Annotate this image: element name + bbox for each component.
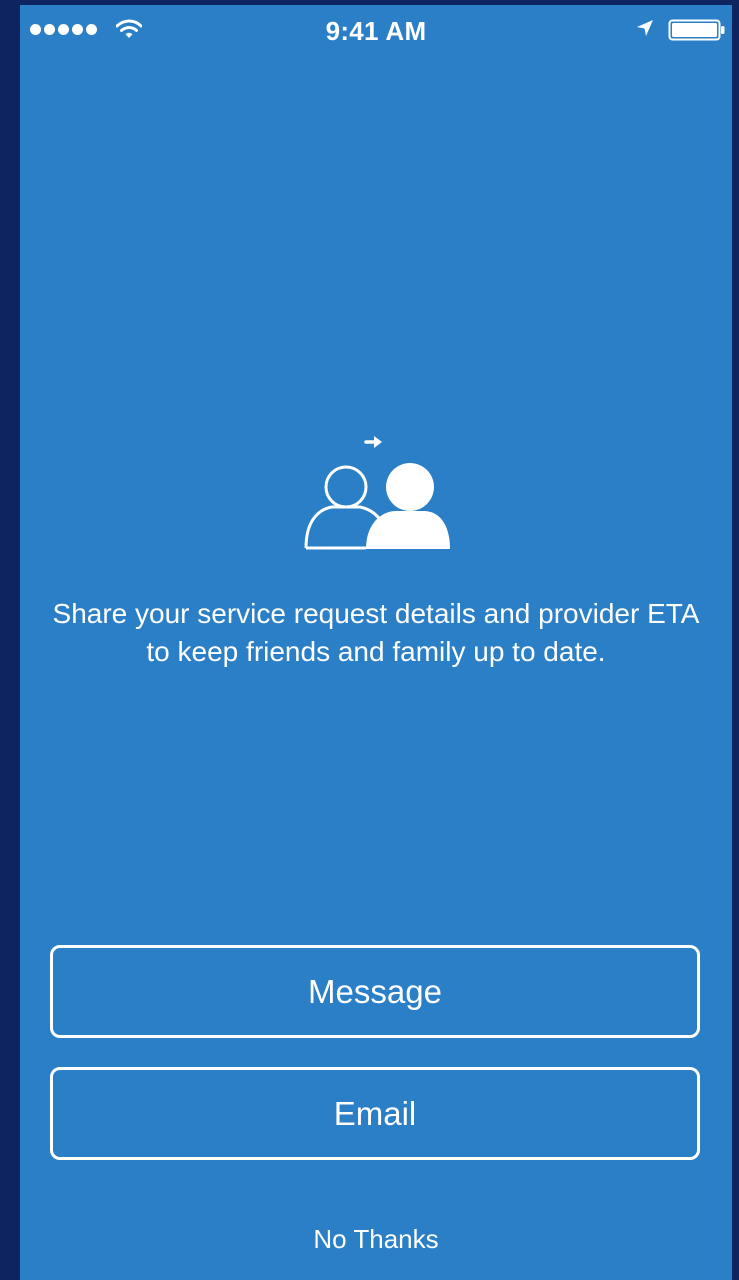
filled-person-icon [366,463,450,549]
status-time: 9:41 AM [325,16,427,46]
share-screen: 9:41 AM Share your service request detai… [20,5,732,1280]
share-description: Share your service request details and p… [52,598,700,667]
status-bar: 9:41 AM [20,5,732,51]
no-thanks-link[interactable]: No Thanks [20,1224,732,1255]
email-button[interactable]: Email [50,1067,700,1160]
message-button[interactable]: Message [50,945,700,1038]
location-arrow-icon [637,20,653,36]
share-people-icon [304,436,450,550]
arrow-right-icon [364,436,382,448]
battery-icon [668,19,725,41]
device-frame: 9:41 AM Share your service request detai… [0,0,739,1280]
